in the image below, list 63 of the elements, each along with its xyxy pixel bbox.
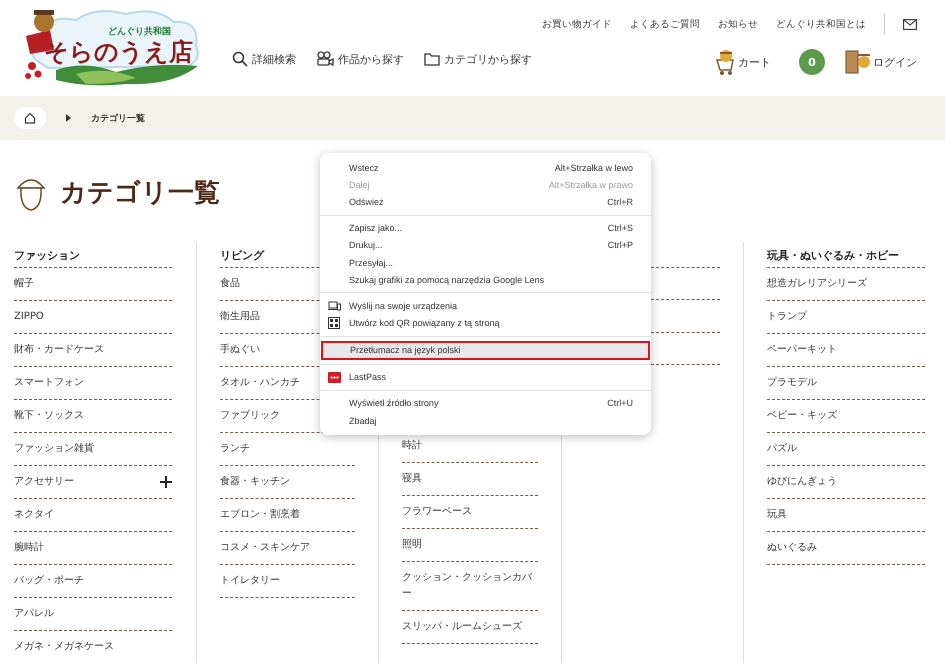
film-camera-icon (316, 51, 334, 67)
folder-icon (424, 52, 440, 66)
category-link[interactable]: 想造ガレリアシリーズ (767, 268, 925, 301)
chevron-icon (66, 114, 71, 122)
category-link[interactable]: フラワーベース (402, 496, 538, 529)
category-link[interactable]: バッグ・ポーチ (14, 565, 172, 598)
top-link[interactable]: よくあるご質問 (630, 18, 700, 30)
category-link[interactable]: ネクタイ (14, 499, 172, 532)
category-link[interactable]: 財布・カードケース (14, 334, 172, 367)
plus-icon[interactable] (160, 476, 172, 488)
category-link[interactable]: スリッパ・ルームシューズ (402, 611, 538, 644)
lastpass-icon (328, 372, 341, 383)
category-link[interactable]: メガネ・メガネケース (14, 631, 172, 663)
category-link[interactable]: トイレタリー (220, 565, 355, 598)
category-link[interactable]: 寝具 (402, 463, 538, 496)
category-heading[interactable]: ファッション (14, 242, 172, 268)
top-link[interactable]: お知らせ (718, 18, 758, 30)
nav-link[interactable]: 作品から探す (316, 51, 404, 67)
menu-item[interactable]: Odśwież Ctrl+R (320, 193, 651, 211)
category-link[interactable]: ベビー・キッズ (767, 400, 925, 433)
category-link[interactable]: コスメ・スキンケア (220, 532, 355, 565)
category-link[interactable]: プラモデル (767, 367, 925, 400)
category-link[interactable]: ZIPPO (14, 301, 172, 334)
category-link[interactable]: 食器・キッチン (220, 466, 355, 499)
nav-link[interactable]: カテゴリから探す (424, 52, 532, 66)
cart-icon (716, 48, 736, 76)
category-link[interactable]: エプロン・割烹着 (220, 499, 355, 532)
category-heading[interactable]: 玩具・ぬいぐるみ・ホビー (767, 242, 925, 268)
category-link[interactable]: 腕時計 (14, 532, 172, 565)
search-icon (232, 51, 248, 67)
category-link[interactable]: トランプ (767, 301, 925, 334)
home-button[interactable] (14, 107, 46, 129)
top-link[interactable]: お買い物ガイド (542, 18, 612, 30)
category-link[interactable]: ゆびにんぎょう (767, 466, 925, 499)
category-link[interactable]: スマートフォン (14, 367, 172, 400)
menu-item[interactable]: Zapisz jako... Ctrl+S (320, 220, 651, 237)
logo-title: そらのうえ店 (44, 37, 193, 67)
qr-code-icon (328, 317, 340, 330)
logo-subtitle: どんぐり共和国 (108, 25, 171, 38)
category-link[interactable]: 玩具 (767, 499, 925, 532)
category-link[interactable]: ぬいぐるみ (767, 532, 925, 565)
devices-icon (328, 300, 341, 311)
breadcrumb-current: カテゴリ一覧 (91, 112, 145, 124)
category-link[interactable]: 照明 (402, 529, 538, 562)
category-link[interactable]: ファッション雑貨 (14, 433, 172, 466)
nav-link[interactable]: 詳細検索 (232, 51, 296, 67)
category-link[interactable]: アパレル (14, 598, 172, 631)
top-link[interactable]: どんぐり共和国とは (776, 18, 866, 30)
menu-item[interactable]: Przetłumacz na język polski (321, 340, 650, 360)
cart-link[interactable]: カート (716, 48, 771, 76)
category-link[interactable]: アクセサリー (14, 466, 172, 499)
cart-count-badge: 0 (799, 49, 825, 75)
door-icon (845, 50, 871, 74)
category-link[interactable]: クッション・クッションカバー (402, 562, 538, 611)
login-link[interactable]: ログイン (845, 50, 917, 74)
category-link[interactable]: ペーパーキット (767, 334, 925, 367)
category-link[interactable]: パズル (767, 433, 925, 466)
category-link[interactable]: 靴下・ソックス (14, 400, 172, 433)
category-link[interactable]: 帽子 (14, 268, 172, 301)
mail-icon[interactable] (903, 18, 917, 30)
menu-item[interactable]: Wstecz Alt+Strzałka w lewo (320, 159, 651, 176)
home-icon (24, 112, 36, 124)
page-title: カテゴリ一覧 (60, 176, 220, 210)
